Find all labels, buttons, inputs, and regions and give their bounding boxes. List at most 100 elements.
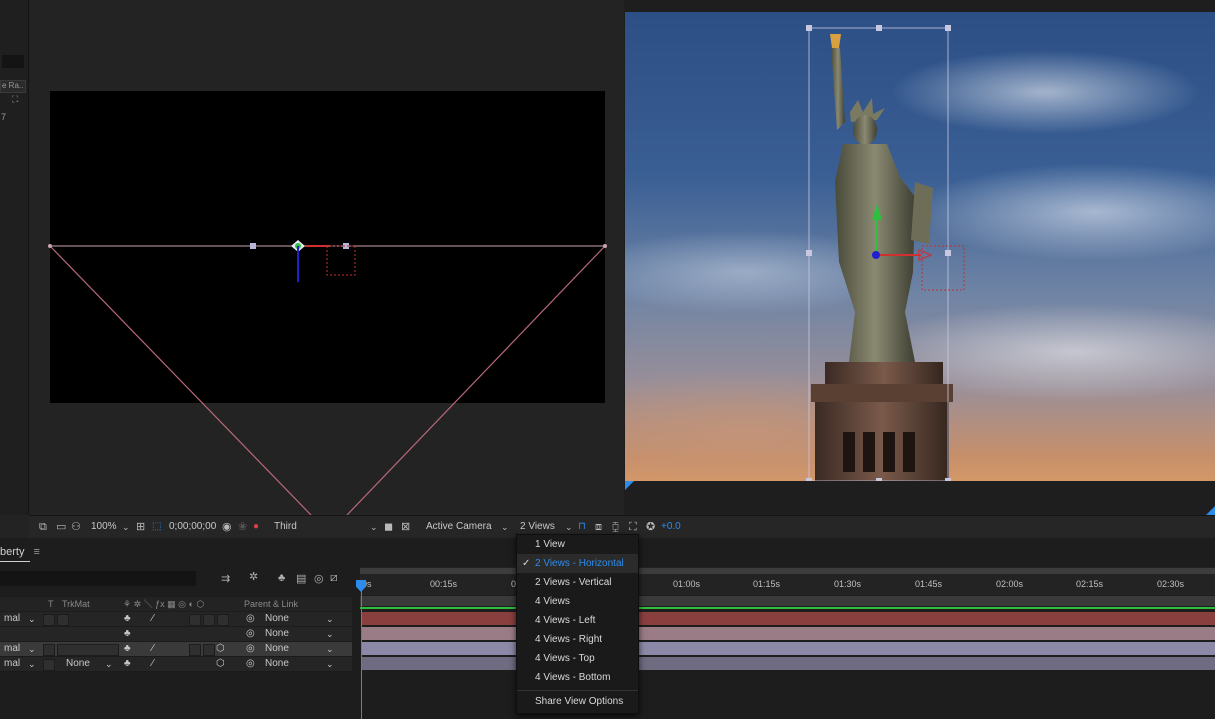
track-t-box[interactable] xyxy=(43,614,55,626)
parent-select[interactable]: None xyxy=(265,658,289,670)
mode-select[interactable]: mal xyxy=(4,613,20,625)
layer-bar[interactable] xyxy=(362,627,1215,640)
layer-bar[interactable] xyxy=(362,612,1215,625)
chevron-down-icon[interactable]: ⌄ xyxy=(565,520,573,534)
camera-wireframe xyxy=(48,240,607,515)
motion-blur-icon[interactable]: ◎ xyxy=(314,572,324,585)
parent-select[interactable]: None xyxy=(265,613,289,625)
resolution-select[interactable]: Third xyxy=(274,520,297,534)
shy-layers-icon[interactable]: ♣ xyxy=(278,572,285,584)
fast-previews-icon[interactable]: ◼ xyxy=(384,520,393,534)
exposure-icon[interactable]: ✪ xyxy=(646,520,655,534)
vr-glasses-icon[interactable]: ⚇ xyxy=(71,520,81,534)
extended-viewer-icon[interactable]: ⧮ xyxy=(612,520,619,534)
column-header[interactable]: e Ra.. xyxy=(0,80,26,93)
zoom-level[interactable]: 100% xyxy=(91,520,117,534)
layer-bar[interactable] xyxy=(362,657,1215,670)
timeline-tab[interactable]: berty ≡ xyxy=(0,544,40,560)
shy-switch-icon[interactable]: ♣ xyxy=(124,658,131,670)
frame-blending-icon[interactable]: ▤ xyxy=(296,572,306,585)
chevron-down-icon[interactable]: ⌄ xyxy=(326,643,334,655)
project-panel-strip: e Ra.. ⛶ 7 xyxy=(0,0,29,515)
switch-box[interactable] xyxy=(217,614,229,626)
shy-switch-icon[interactable]: ♣ xyxy=(124,628,131,640)
parent-select[interactable]: None xyxy=(265,643,289,655)
work-area-bar[interactable] xyxy=(360,568,1215,574)
exposure-value[interactable]: +0.0 xyxy=(661,520,681,534)
3d-layer-icon[interactable]: ⬡ xyxy=(216,658,225,670)
chevron-down-icon[interactable]: ⌄ xyxy=(28,643,36,655)
switch-box[interactable] xyxy=(189,614,201,626)
menu-item-4-views-left[interactable]: 4 Views - Left xyxy=(517,611,638,630)
track-t-box[interactable] xyxy=(43,659,55,671)
active-camera-select[interactable]: Active Camera xyxy=(426,520,492,534)
pick-whip-icon[interactable]: ◎ xyxy=(246,628,255,640)
menu-item-4-views[interactable]: 4 Views xyxy=(517,592,638,611)
view-layout-select[interactable]: 2 Views xyxy=(520,520,555,534)
mode-select[interactable]: mal xyxy=(4,643,20,655)
column-header-label: e Ra.. xyxy=(2,81,24,90)
track-t-box[interactable] xyxy=(43,644,55,656)
trkmat-select[interactable]: None xyxy=(66,658,90,670)
always-preview-icon[interactable]: ⧉ xyxy=(39,520,47,534)
view-corner-marker xyxy=(1206,506,1215,515)
switch-box[interactable] xyxy=(203,614,215,626)
trkmat-box[interactable] xyxy=(57,614,69,626)
3d-ground-plane-icon[interactable]: ⊓ xyxy=(578,520,586,534)
layer-row[interactable]: ♣ ◎ None ⌄ xyxy=(0,627,352,642)
grid-guides-icon[interactable]: ⊞ xyxy=(136,520,145,534)
menu-item-share-view-options[interactable]: Share View Options xyxy=(517,692,638,711)
layer-row[interactable]: mal ⌄ None ⌄ ♣ ∕ ⬡ ◎ None ⌄ xyxy=(0,657,352,672)
transparency-grid-icon[interactable]: ⊠ xyxy=(401,520,410,534)
monitor-icon[interactable]: ▭ xyxy=(56,520,66,534)
flowchart-icon[interactable]: ⛶ xyxy=(629,520,637,534)
chevron-down-icon[interactable]: ⌄ xyxy=(326,658,334,670)
chevron-down-icon[interactable]: ⌄ xyxy=(326,613,334,625)
pick-whip-icon[interactable]: ◎ xyxy=(246,643,255,655)
chevron-down-icon[interactable]: ⌄ xyxy=(501,520,509,534)
snapshot-camera-icon[interactable]: ◉ xyxy=(222,520,232,534)
project-search-field[interactable] xyxy=(2,55,24,68)
shy-switch-icon[interactable]: ♣ xyxy=(124,643,131,655)
chevron-down-icon[interactable]: ⌄ xyxy=(28,613,36,625)
chevron-down-icon[interactable]: ⌄ xyxy=(105,658,113,670)
region-of-interest-icon[interactable]: ⬚ xyxy=(152,520,161,534)
draft-3d-icon[interactable]: ✲ xyxy=(249,570,258,583)
pick-whip-icon[interactable]: ◎ xyxy=(246,613,255,625)
menu-item-1-view[interactable]: 1 View xyxy=(517,535,638,554)
color-channels-icon[interactable]: ● xyxy=(253,520,259,534)
menu-item-4-views-bottom[interactable]: 4 Views - Bottom xyxy=(517,668,638,687)
switch-box[interactable] xyxy=(189,644,201,656)
menu-item-2-views-horizontal[interactable]: ✓ 2 Views - Horizontal xyxy=(517,554,638,573)
menu-item-4-views-top[interactable]: 4 Views - Top xyxy=(517,649,638,668)
switch-box[interactable] xyxy=(203,644,215,656)
render-bar xyxy=(360,607,1215,609)
chevron-down-icon[interactable]: ⌄ xyxy=(326,628,334,640)
graph-editor-icon[interactable]: ⧄ xyxy=(330,570,338,585)
menu-item-label: 4 Views - Left xyxy=(535,615,596,626)
pick-whip-icon[interactable]: ◎ xyxy=(246,658,255,670)
time-navigator[interactable] xyxy=(360,596,1215,606)
shy-switch-icon[interactable]: ♣ xyxy=(124,613,131,625)
layer-row[interactable]: mal ⌄ ♣ ∕ ⬡ ◎ None ⌄ xyxy=(0,642,352,657)
chevron-down-icon[interactable]: ⌄ xyxy=(28,658,36,670)
3d-layer-icon[interactable]: ⬡ xyxy=(216,643,225,655)
menu-item-4-views-right[interactable]: 4 Views - Right xyxy=(517,630,638,649)
menu-item-2-views-vertical[interactable]: 2 Views - Vertical xyxy=(517,573,638,592)
timecode[interactable]: 0;00;00;00 xyxy=(169,520,216,534)
show-snapshot-icon[interactable]: ❀ xyxy=(238,520,247,534)
parent-select[interactable]: None xyxy=(265,628,289,640)
quality-switch-icon[interactable]: ∕ xyxy=(152,643,154,655)
live-update-icon[interactable]: ⇉ xyxy=(221,572,230,585)
panel-menu-icon[interactable]: ≡ xyxy=(34,546,40,558)
trkmat-box[interactable] xyxy=(57,644,119,656)
mode-select[interactable]: mal xyxy=(4,658,20,670)
layer-search-input[interactable] xyxy=(0,571,196,586)
chevron-down-icon[interactable]: ⌄ xyxy=(122,520,130,534)
quality-switch-icon[interactable]: ∕ xyxy=(152,658,154,670)
layer-row[interactable]: mal ⌄ ♣ ∕ ◎ None ⌄ xyxy=(0,612,352,627)
draft-3d-icon[interactable]: ⧈ xyxy=(595,520,602,534)
chevron-down-icon[interactable]: ⌄ xyxy=(370,520,378,534)
layer-bar[interactable] xyxy=(362,642,1215,655)
quality-switch-icon[interactable]: ∕ xyxy=(152,613,154,625)
